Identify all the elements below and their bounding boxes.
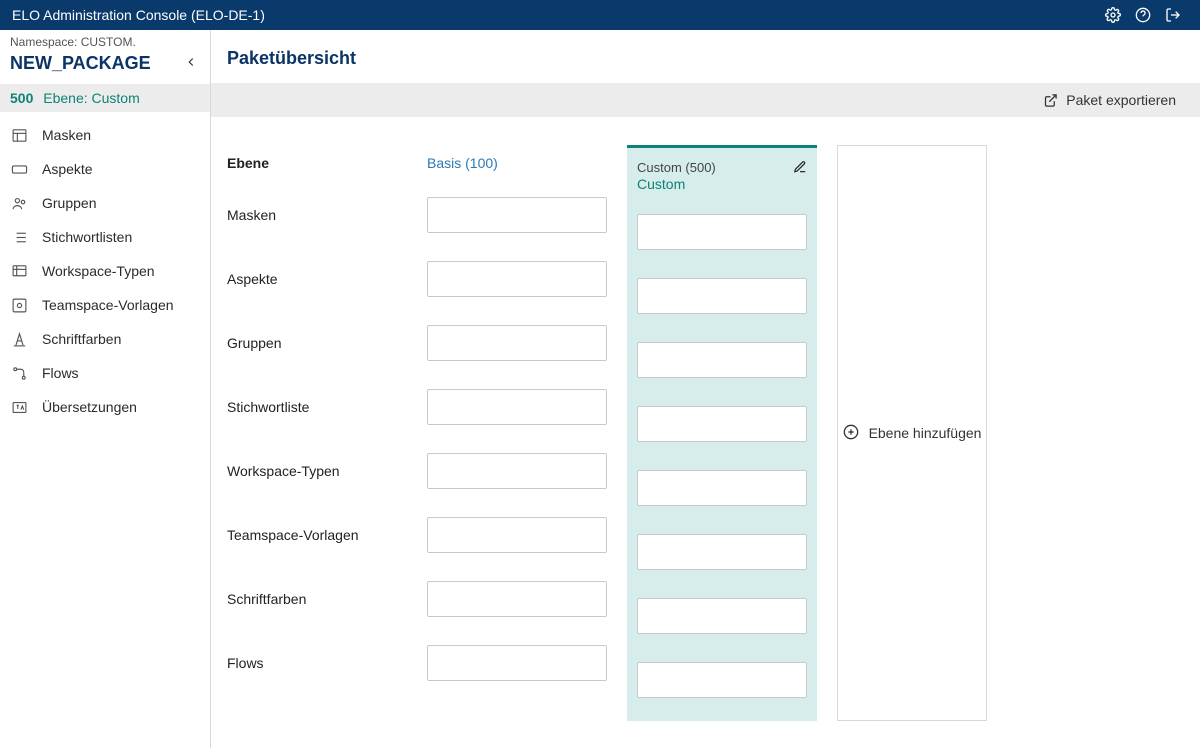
basis-cell[interactable] xyxy=(427,453,607,489)
level-name: Ebene: Custom xyxy=(43,90,140,106)
basis-cell[interactable] xyxy=(427,197,607,233)
namespace-label: Namespace: CUSTOM. xyxy=(0,30,210,49)
level-indicator: 500 Ebene: Custom xyxy=(0,84,210,112)
groups-icon xyxy=(10,194,28,212)
row-label: Aspekte xyxy=(227,261,407,297)
sidebar-item-teamspace-vorlagen[interactable]: Teamspace-Vorlagen xyxy=(0,288,210,322)
sidebar-item-label: Übersetzungen xyxy=(42,399,137,415)
custom-column-name: Custom xyxy=(637,176,787,193)
teamspace-templates-icon xyxy=(10,296,28,314)
custom-cell[interactable] xyxy=(637,662,807,698)
sidebar-item-label: Workspace-Typen xyxy=(42,263,155,279)
row-label: Stichwortliste xyxy=(227,389,407,425)
export-icon xyxy=(1043,93,1058,108)
sidebar-item-label: Aspekte xyxy=(42,161,93,177)
package-name: NEW_PACKAGE xyxy=(10,53,184,74)
translations-icon xyxy=(10,398,28,416)
sidebar-item-schriftfarben[interactable]: Schriftfarben xyxy=(0,322,210,356)
custom-cell[interactable] xyxy=(637,342,807,378)
plus-circle-icon xyxy=(843,424,859,440)
custom-cell[interactable] xyxy=(637,534,807,570)
basis-cell[interactable] xyxy=(427,389,607,425)
sidebar-item-gruppen[interactable]: Gruppen xyxy=(0,186,210,220)
masks-icon xyxy=(10,126,28,144)
action-bar: Paket exportieren xyxy=(211,83,1200,117)
row-label: Teamspace-Vorlagen xyxy=(227,517,407,553)
chevron-left-icon xyxy=(184,55,198,69)
row-label: Gruppen xyxy=(227,325,407,361)
sidebar-item-workspace-typen[interactable]: Workspace-Typen xyxy=(0,254,210,288)
help-button[interactable] xyxy=(1128,0,1158,30)
sidebar-item--bersetzungen[interactable]: Übersetzungen xyxy=(0,390,210,424)
basis-cell[interactable] xyxy=(427,517,607,553)
sidebar: Namespace: CUSTOM. NEW_PACKAGE 500 Ebene… xyxy=(0,30,211,748)
add-level-button[interactable]: Ebene hinzufügen xyxy=(837,145,987,721)
level-code: 500 xyxy=(10,90,33,106)
edit-level-button[interactable] xyxy=(793,160,807,177)
help-icon xyxy=(1135,7,1151,23)
keyword-lists-icon xyxy=(10,228,28,246)
basis-cell[interactable] xyxy=(427,261,607,297)
sidebar-item-stichwortlisten[interactable]: Stichwortlisten xyxy=(0,220,210,254)
row-label: Workspace-Typen xyxy=(227,453,407,489)
workspace-types-icon xyxy=(10,262,28,280)
custom-cell[interactable] xyxy=(637,470,807,506)
page-title: Paketübersicht xyxy=(211,30,1200,83)
sidebar-item-masken[interactable]: Masken xyxy=(0,118,210,152)
export-package-button[interactable]: Paket exportieren xyxy=(1043,92,1176,108)
flows-icon xyxy=(10,364,28,382)
basis-cell[interactable] xyxy=(427,325,607,361)
custom-cell[interactable] xyxy=(637,598,807,634)
custom-cell[interactable] xyxy=(637,278,807,314)
row-label: Flows xyxy=(227,645,407,681)
sidebar-item-label: Masken xyxy=(42,127,91,143)
custom-cell[interactable] xyxy=(637,214,807,250)
rows-header: Ebene xyxy=(227,145,407,197)
custom-column-subtitle: Custom (500) xyxy=(637,160,787,176)
custom-cell[interactable] xyxy=(637,406,807,442)
aspects-icon xyxy=(10,160,28,178)
sidebar-item-label: Gruppen xyxy=(42,195,96,211)
sidebar-item-flows[interactable]: Flows xyxy=(0,356,210,390)
add-level-label: Ebene hinzufügen xyxy=(869,425,982,441)
sidebar-item-aspekte[interactable]: Aspekte xyxy=(0,152,210,186)
sidebar-nav: Masken Aspekte Gruppen Stichwortlisten Works… xyxy=(0,112,210,430)
sidebar-item-label: Flows xyxy=(42,365,79,381)
app-title: ELO Administration Console (ELO-DE-1) xyxy=(12,7,1098,23)
sidebar-item-label: Teamspace-Vorlagen xyxy=(42,297,174,313)
collapse-sidebar-button[interactable] xyxy=(184,55,198,72)
logout-button[interactable] xyxy=(1158,0,1188,30)
font-colors-icon xyxy=(10,330,28,348)
basis-cell[interactable] xyxy=(427,645,607,681)
sidebar-item-label: Schriftfarben xyxy=(42,331,121,347)
basis-cell[interactable] xyxy=(427,581,607,617)
basis-column-header[interactable]: Basis (100) xyxy=(427,145,607,197)
custom-level-column: Custom (500) Custom xyxy=(627,145,817,721)
export-package-label: Paket exportieren xyxy=(1066,92,1176,108)
logout-icon xyxy=(1165,7,1181,23)
row-label: Masken xyxy=(227,197,407,233)
settings-button[interactable] xyxy=(1098,0,1128,30)
pencil-icon xyxy=(793,160,807,174)
sidebar-item-label: Stichwortlisten xyxy=(42,229,132,245)
gear-icon xyxy=(1105,7,1121,23)
row-label: Schriftfarben xyxy=(227,581,407,617)
